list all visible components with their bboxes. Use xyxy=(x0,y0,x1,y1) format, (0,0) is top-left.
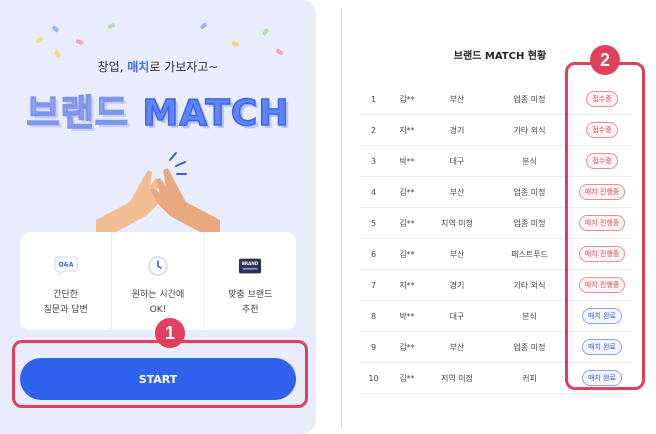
tagline-accent: 매치 xyxy=(127,60,150,74)
callout-badge-2: 2 xyxy=(590,45,620,75)
feature-qa-label: 간단한 질문과 답변 xyxy=(43,290,88,315)
tagline-suffix: 로 가보자고~ xyxy=(149,60,219,74)
row-number: 7 xyxy=(370,280,377,290)
region: 부산 xyxy=(449,342,465,352)
high-five-illustration xyxy=(96,152,220,232)
category: 분식 xyxy=(522,156,537,166)
row-number: 9 xyxy=(370,342,377,352)
row-number: 6 xyxy=(370,249,377,259)
row-number: 5 xyxy=(370,218,377,228)
confetti-decoration xyxy=(54,49,61,59)
category: 커피 xyxy=(522,373,537,383)
row-number: 2 xyxy=(370,125,377,135)
region: 대구 xyxy=(449,156,465,166)
row-number: 10 xyxy=(368,373,379,383)
callout-highlight-2 xyxy=(565,62,645,390)
category: 업종 미정 xyxy=(513,342,546,352)
region: 부산 xyxy=(449,94,465,104)
applicant-name: 김** xyxy=(399,218,415,228)
confetti-decoration xyxy=(231,40,240,48)
tagline: 창업, 매치로 가보자고~ xyxy=(0,58,316,75)
confetti-decoration xyxy=(35,36,44,44)
applicant-name: 지** xyxy=(399,280,415,290)
confetti-decoration xyxy=(51,25,60,33)
applicant-name: 김** xyxy=(399,94,415,104)
confetti-decoration xyxy=(107,22,116,30)
category: 업종 미정 xyxy=(513,94,546,104)
svg-text:Q&A: Q&A xyxy=(58,262,73,269)
category: 패스트푸드 xyxy=(511,249,548,259)
hero-title: 브랜드 MATCH xyxy=(0,84,316,136)
category: 기타 외식 xyxy=(513,125,546,135)
feature-card: Q&A 간단한 질문과 답변 원하는 시간에 OK! BRAND 맞춤 브랜드 … xyxy=(20,232,296,330)
applicant-name: 김** xyxy=(399,342,415,352)
applicant-name: 김** xyxy=(399,373,415,383)
confetti-decoration xyxy=(75,39,84,45)
confetti-decoration xyxy=(275,48,284,56)
feature-time: 원하는 시간에 OK! xyxy=(112,232,205,330)
applicant-name: 지** xyxy=(399,125,415,135)
region: 대구 xyxy=(449,311,465,321)
row-number: 3 xyxy=(370,156,377,166)
confetti-decoration xyxy=(262,27,269,37)
feature-brand: BRAND 맞춤 브랜드 추천 xyxy=(205,232,296,330)
hero-title-en: MATCH xyxy=(142,92,290,135)
region: 부산 xyxy=(449,249,465,259)
hero-title-ko: 브랜드 xyxy=(26,92,129,135)
region: 경기 xyxy=(449,280,465,290)
region: 지역 미정 xyxy=(441,218,473,228)
row-number: 1 xyxy=(370,94,377,104)
region: 경기 xyxy=(449,125,465,135)
category: 업종 미정 xyxy=(513,187,546,197)
tagline-prefix: 창업, xyxy=(97,60,128,74)
applicant-name: 김** xyxy=(399,187,415,197)
callout-highlight-1 xyxy=(12,340,308,408)
region: 지역 미정 xyxy=(441,373,473,383)
category: 업종 미정 xyxy=(513,218,546,228)
applicant-name: 박** xyxy=(399,156,415,166)
feature-time-label: 원하는 시간에 OK! xyxy=(131,290,185,315)
panel-divider xyxy=(341,8,342,428)
feature-brand-label: 맞춤 브랜드 추천 xyxy=(228,290,273,315)
region: 부산 xyxy=(449,187,465,197)
svg-text:BRAND: BRAND xyxy=(242,261,259,266)
applicant-name: 박** xyxy=(399,311,415,321)
category: 분식 xyxy=(522,311,537,321)
confetti-decoration xyxy=(199,22,208,30)
callout-badge-1: 1 xyxy=(155,318,185,348)
feature-qa: Q&A 간단한 질문과 답변 xyxy=(20,232,113,330)
category: 기타 외식 xyxy=(513,280,546,290)
brand-card-icon: BRAND xyxy=(238,254,262,278)
qa-bubble-icon: Q&A xyxy=(54,254,78,278)
row-number: 8 xyxy=(370,311,377,321)
applicant-name: 김** xyxy=(399,249,415,259)
clock-icon xyxy=(146,254,170,278)
row-number: 4 xyxy=(370,187,377,197)
